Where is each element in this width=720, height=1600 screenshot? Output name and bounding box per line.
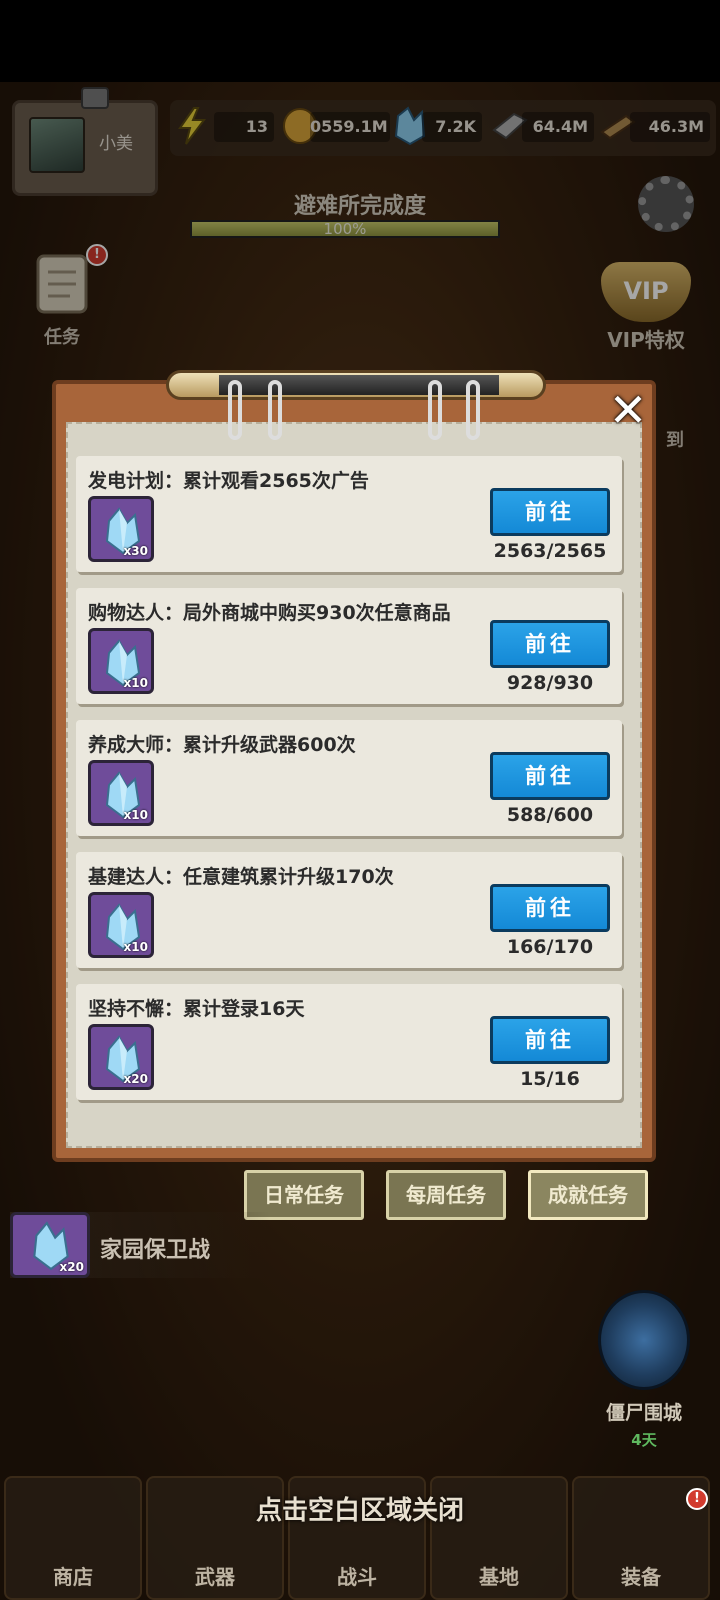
binder-ring (466, 380, 480, 440)
reward-count: x30 (123, 544, 148, 558)
task-progress: 928/930 (506, 672, 594, 694)
binder-ring (268, 380, 282, 440)
binder-ring (428, 380, 442, 440)
task-card: 购物达人：局外商城中购买930次任意商品 x10 前往 928/930 (76, 588, 622, 704)
portal-icon (598, 1290, 690, 1390)
scroll-rod-middle (219, 375, 499, 395)
task-progress: 2563/2565 (493, 540, 607, 562)
task-reward[interactable]: x10 (88, 892, 154, 958)
event-label: 家园保卫战 (100, 1238, 211, 1263)
nav-label: 武器 (195, 1565, 235, 1589)
event-reward: x20 (10, 1212, 90, 1278)
zombie-city-label: 僵尸围城 (605, 1402, 682, 1424)
nav-label: 商店 (53, 1565, 93, 1589)
game-scene-background[interactable]: 小美 13 0559.1M 7.2K 64.4M 46.3M 避难所完成度 10… (0, 0, 720, 1600)
task-progress: 588/600 (506, 804, 594, 826)
task-reward[interactable]: x10 (88, 760, 154, 826)
nav-label: 战斗 (337, 1565, 377, 1589)
task-card: 发电计划：累计观看2565次广告 x30 前往 2563/2565 (76, 456, 622, 572)
scroll-rod (166, 370, 546, 400)
zombie-city-button[interactable]: 僵尸围城 4天 (584, 1290, 704, 1450)
task-progress: 15/16 (520, 1068, 580, 1090)
task-reward[interactable]: x30 (88, 496, 154, 562)
task-progress: 166/170 (506, 936, 594, 958)
go-button[interactable]: 前往 (490, 620, 610, 668)
task-title: 基建达人：任意建筑累计升级170次 (88, 866, 394, 888)
binder-ring (228, 380, 242, 440)
task-title: 养成大师：累计升级武器600次 (88, 734, 356, 756)
reward-count: x10 (123, 676, 148, 690)
task-title: 坚持不懈：累计登录16天 (88, 998, 305, 1020)
event-banner[interactable]: x20 家园保卫战 (10, 1212, 270, 1278)
go-button[interactable]: 前往 (490, 752, 610, 800)
task-card: 基建达人：任意建筑累计升级170次 x10 前往 166/170 (76, 852, 622, 968)
task-title: 购物达人：局外商城中购买930次任意商品 (88, 602, 451, 624)
task-card: 养成大师：累计升级武器600次 x10 前往 588/600 (76, 720, 622, 836)
go-button[interactable]: 前往 (490, 884, 610, 932)
nav-label: 装备 (621, 1565, 661, 1589)
task-reward[interactable]: x10 (88, 628, 154, 694)
tab-weekly[interactable]: 每周任务 (386, 1170, 506, 1220)
go-button[interactable]: 前往 (490, 488, 610, 536)
reward-count: x20 (123, 1072, 148, 1086)
task-reward[interactable]: x20 (88, 1024, 154, 1090)
event-reward-count: x20 (59, 1260, 84, 1274)
close-icon[interactable]: ✕ (604, 387, 652, 436)
task-title: 发电计划：累计观看2565次广告 (88, 470, 369, 492)
task-card: 坚持不懈：累计登录16天 x20 前往 15/16 (76, 984, 622, 1100)
zombie-city-days: 4天 (631, 1431, 657, 1449)
close-hint[interactable]: 点击空白区域关闭 (0, 1490, 720, 1527)
reward-count: x10 (123, 940, 148, 954)
reward-count: x10 (123, 808, 148, 822)
tab-achievement[interactable]: 成就任务 (528, 1170, 648, 1220)
nav-label: 基地 (479, 1565, 519, 1589)
go-button[interactable]: 前往 (490, 1016, 610, 1064)
